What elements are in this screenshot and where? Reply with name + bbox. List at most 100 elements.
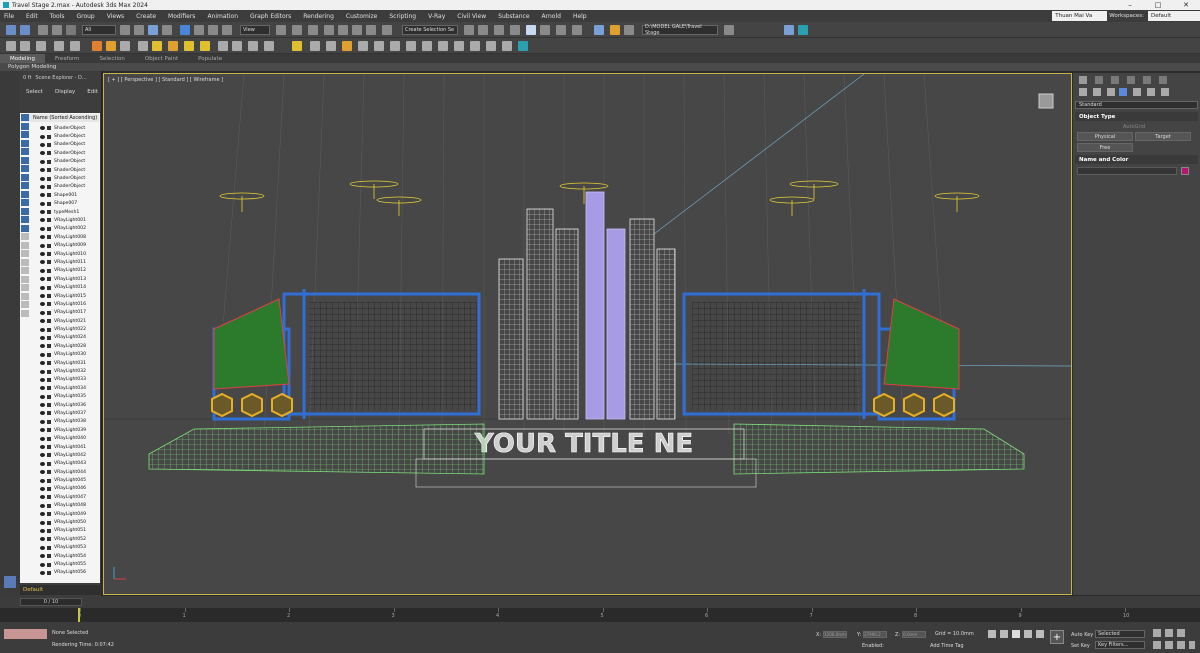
category-dropdown[interactable]: Standard [1075,101,1198,109]
coord-y-field[interactable]: 27990.2 [863,631,888,638]
vray-chaos-scans-icon[interactable] [502,41,512,51]
angle-snap-icon[interactable] [338,25,348,35]
sun-icon[interactable] [168,41,178,51]
render-iterative-icon[interactable] [624,25,634,35]
object-color-swatch[interactable] [1181,167,1189,175]
cameras-icon[interactable] [1119,88,1127,96]
rect-selection-icon[interactable] [148,25,158,35]
coord-x-field[interactable]: 1206.0mm [823,631,848,638]
visibility-eye-icon[interactable] [40,184,45,189]
menu-help[interactable]: Help [573,13,587,20]
visibility-eye-icon[interactable] [40,461,45,466]
visibility-eye-icon[interactable] [40,268,45,273]
vray-light-icon[interactable] [6,41,16,51]
filter-toggle-icon[interactable] [21,114,29,121]
list-item[interactable]: VRayLight015 [20,292,100,300]
project-folder-icon[interactable] [724,25,734,35]
se-menu-select[interactable]: Select [26,89,43,95]
vray-vfb-icon[interactable] [374,41,384,51]
list-item[interactable]: VRayLight021 [20,317,100,325]
scene-explorer-title[interactable]: Scene Explorer - D... [35,75,86,81]
render-production-icon[interactable] [610,25,620,35]
column-header-name[interactable]: Name (Sorted Ascending) [21,114,99,122]
rendered-frame-icon[interactable] [594,25,604,35]
menu-modifiers[interactable]: Modifiers [168,13,195,20]
visibility-eye-icon[interactable] [40,428,45,433]
menu-file[interactable]: File [4,13,14,20]
set-key-button[interactable]: Set Key [1071,643,1090,649]
visibility-eye-icon[interactable] [40,168,45,173]
zoom-all-icon[interactable] [1165,629,1173,637]
menu-vray[interactable]: V-Ray [428,13,445,20]
list-item[interactable]: VRayLight012 [20,267,100,275]
visibility-eye-icon[interactable] [40,310,45,315]
spacewarps-icon[interactable] [1147,88,1155,96]
visibility-eye-icon[interactable] [40,411,45,416]
list-item[interactable]: VRayLight014 [20,283,100,291]
visibility-eye-icon[interactable] [40,126,45,131]
list-item[interactable]: VRayLight053 [20,544,100,552]
ribbon-tab-freeform[interactable]: Freeform [45,54,90,63]
list-item[interactable]: VRayLight011 [20,258,100,266]
select-by-name-icon[interactable] [134,25,144,35]
vray-camera-icon[interactable] [36,41,46,51]
autogrid-checkbox[interactable]: AutoGrid [1123,124,1200,130]
edit-named-selection-icon[interactable] [382,25,392,35]
list-item[interactable]: ShaderObject [20,132,100,140]
menu-civil-view[interactable]: Civil View [457,13,486,20]
named-selection-dropdown[interactable]: Create Selection Se [402,25,458,35]
name-and-color-rollout[interactable]: Name and Color [1075,155,1198,164]
hierarchy-tab-icon[interactable] [1111,76,1119,84]
visibility-eye-icon[interactable] [40,537,45,542]
workspace-dropdown[interactable]: Default [1148,11,1200,21]
visibility-eye-icon[interactable] [40,377,45,382]
vray-scene-icon[interactable] [248,41,258,51]
vray-override-icon[interactable] [342,41,352,51]
list-item[interactable]: ShaderObject [20,174,100,182]
zoom-extents-icon[interactable] [1177,629,1185,637]
visibility-eye-icon[interactable] [40,243,45,248]
keyboard-shortcut-icon[interactable] [308,25,318,35]
redo-icon[interactable] [20,25,30,35]
vray-scatter-icon[interactable] [470,41,480,51]
visibility-eye-icon[interactable] [40,352,45,357]
list-item[interactable]: VRayLight045 [20,476,100,484]
list-item[interactable]: VRayLight041 [20,443,100,451]
perspective-viewport[interactable]: [ + ] [ Perspective ] [ Standard ] [ Wir… [103,73,1072,595]
ribbon-sub-label[interactable]: Polygon Modeling [8,64,56,70]
visibility-eye-icon[interactable] [40,260,45,265]
helpers-icon[interactable] [1133,88,1141,96]
visibility-eye-icon[interactable] [40,386,45,391]
zoom-icon[interactable] [1153,629,1161,637]
visibility-eye-icon[interactable] [40,151,45,156]
list-item[interactable]: VRayLight052 [20,535,100,543]
visibility-eye-icon[interactable] [40,554,45,559]
select-manipulate-icon[interactable] [292,25,302,35]
visibility-eye-icon[interactable] [40,486,45,491]
vray-frame-buffer-icon[interactable] [784,25,794,35]
visibility-eye-icon[interactable] [40,344,45,349]
visibility-eye-icon[interactable] [40,218,45,223]
list-item[interactable]: VRayLight033 [20,376,100,384]
ribbon-tab-selection[interactable]: Selection [90,54,135,63]
se-menu-display[interactable]: Display [55,89,75,95]
list-item[interactable]: VRayLight048 [20,502,100,510]
render-setup-icon[interactable] [572,25,582,35]
visibility-eye-icon[interactable] [40,528,45,533]
scene-explorer-tab-prefix[interactable]: 0 ft [23,75,31,81]
list-item[interactable]: VRayLight040 [20,434,100,442]
maximize-viewport-icon[interactable] [1189,641,1195,649]
scale-icon[interactable] [208,25,218,35]
teapot-icon[interactable] [232,41,242,51]
list-item[interactable]: VRayLight039 [20,426,100,434]
list-item[interactable]: VRayLight030 [20,351,100,359]
visibility-eye-icon[interactable] [40,193,45,198]
user-account-dropdown[interactable]: Thuan Mai Va [1052,11,1108,21]
modify-tab-icon[interactable] [1095,76,1103,84]
visibility-eye-icon[interactable] [40,285,45,290]
menu-views[interactable]: Views [107,13,124,20]
list-item[interactable]: ShaderObject [20,124,100,132]
set-key-icon[interactable]: + [1050,630,1064,644]
vray-ambient-icon[interactable] [120,41,130,51]
list-item[interactable]: ShaderObject [20,149,100,157]
